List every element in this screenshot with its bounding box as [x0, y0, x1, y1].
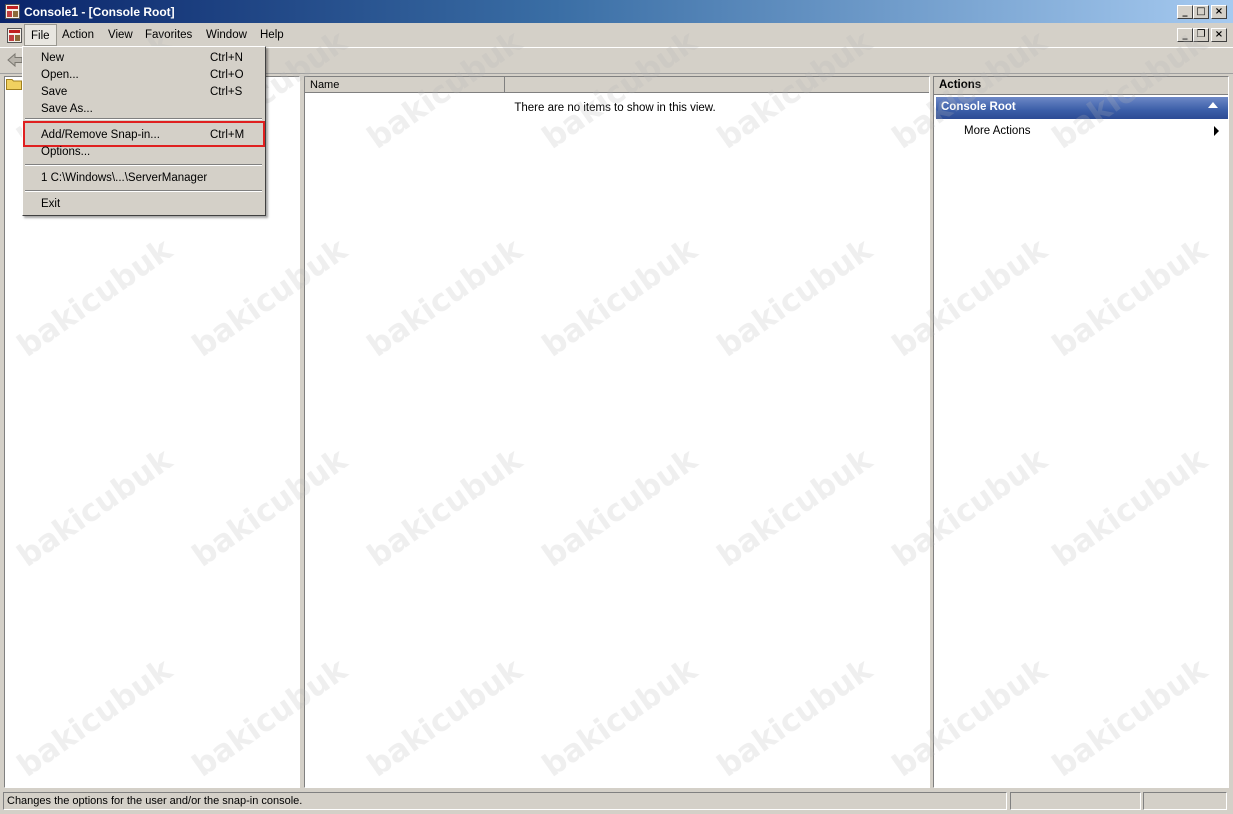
- close-icon: ×: [1214, 6, 1224, 17]
- status-text: Changes the options for the user and/or …: [3, 792, 1007, 810]
- title-bar[interactable]: [0, 0, 1233, 23]
- folder-icon[interactable]: [6, 78, 22, 90]
- shortcut-open: Ctrl+O: [210, 69, 244, 81]
- window-title: Console1 - [Console Root]: [24, 5, 175, 19]
- empty-view-message: There are no items to show in this view.: [514, 102, 716, 114]
- menu-window[interactable]: Window: [200, 24, 253, 46]
- menu-view[interactable]: View: [102, 24, 139, 46]
- file-menu-new[interactable]: New: [41, 52, 64, 64]
- maximize-icon: □: [1196, 6, 1206, 17]
- close-button[interactable]: ×: [1211, 5, 1227, 19]
- menu-separator: [25, 164, 262, 166]
- shortcut-new: Ctrl+N: [210, 52, 243, 64]
- minimize-icon: _: [1182, 6, 1188, 17]
- status-cell: [1143, 792, 1227, 810]
- menu-favorites[interactable]: Favorites: [139, 24, 198, 46]
- menu-help[interactable]: Help: [254, 24, 290, 46]
- actions-section-console-root[interactable]: Console Root: [936, 97, 1228, 119]
- menu-separator: [25, 190, 262, 192]
- collapse-arrow-icon[interactable]: [1208, 102, 1218, 108]
- file-menu-open[interactable]: Open...: [41, 69, 79, 81]
- menu-separator: [25, 118, 262, 120]
- minimize-button[interactable]: _: [1177, 5, 1193, 19]
- result-pane[interactable]: [304, 76, 930, 788]
- close-icon: ×: [1214, 29, 1224, 40]
- child-close-button[interactable]: ×: [1211, 28, 1227, 42]
- file-menu-recent-1[interactable]: 1 C:\Windows\...\ServerManager: [41, 172, 207, 184]
- child-minimize-button[interactable]: _: [1177, 28, 1193, 42]
- console-system-menu-icon[interactable]: [7, 28, 22, 43]
- file-menu-options[interactable]: Options...: [41, 146, 90, 158]
- file-menu-save[interactable]: Save: [41, 86, 67, 98]
- highlight-box: [23, 121, 265, 147]
- child-restore-button[interactable]: ❐: [1193, 28, 1209, 42]
- more-actions-item[interactable]: More Actions: [964, 125, 1030, 137]
- actions-header: Actions: [934, 77, 1228, 95]
- actions-pane: [933, 76, 1229, 788]
- maximize-button[interactable]: □: [1193, 5, 1209, 19]
- mmc-console-icon[interactable]: [5, 4, 20, 19]
- menu-action[interactable]: Action: [56, 24, 100, 46]
- file-menu-exit[interactable]: Exit: [41, 198, 60, 210]
- restore-icon: ❐: [1196, 29, 1206, 40]
- minimize-icon: _: [1182, 29, 1188, 40]
- menu-file[interactable]: File: [24, 24, 57, 46]
- shortcut-save: Ctrl+S: [210, 86, 243, 98]
- column-header-name[interactable]: Name: [305, 77, 505, 93]
- submenu-arrow-icon: [1214, 126, 1219, 136]
- file-menu-save-as[interactable]: Save As...: [41, 103, 93, 115]
- status-cell: [1010, 792, 1141, 810]
